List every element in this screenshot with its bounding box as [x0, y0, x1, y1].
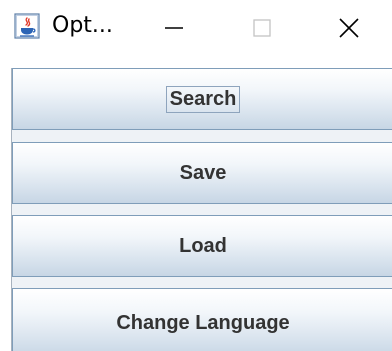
maximize-icon: [253, 19, 271, 37]
button-panel: Search Save Load Change Language: [11, 68, 392, 351]
load-button-label: Load: [179, 234, 227, 257]
search-button-label: Search: [165, 85, 241, 113]
maximize-button[interactable]: [233, 0, 291, 56]
change-language-button[interactable]: Change Language: [12, 288, 392, 351]
close-icon: [339, 18, 359, 38]
window-title: Opt...: [52, 13, 113, 38]
change-language-button-label: Change Language: [116, 311, 290, 334]
title-bar[interactable]: Opt...: [0, 0, 392, 56]
search-button[interactable]: Search: [12, 68, 392, 130]
save-button-label: Save: [179, 161, 227, 184]
minimize-icon: [165, 27, 183, 29]
options-window: Opt... Search Save Load Change Language: [0, 0, 392, 351]
load-button[interactable]: Load: [12, 215, 392, 277]
minimize-button[interactable]: [145, 0, 203, 56]
java-app-icon[interactable]: [14, 13, 40, 39]
close-button[interactable]: [320, 0, 378, 56]
save-button[interactable]: Save: [12, 142, 392, 204]
